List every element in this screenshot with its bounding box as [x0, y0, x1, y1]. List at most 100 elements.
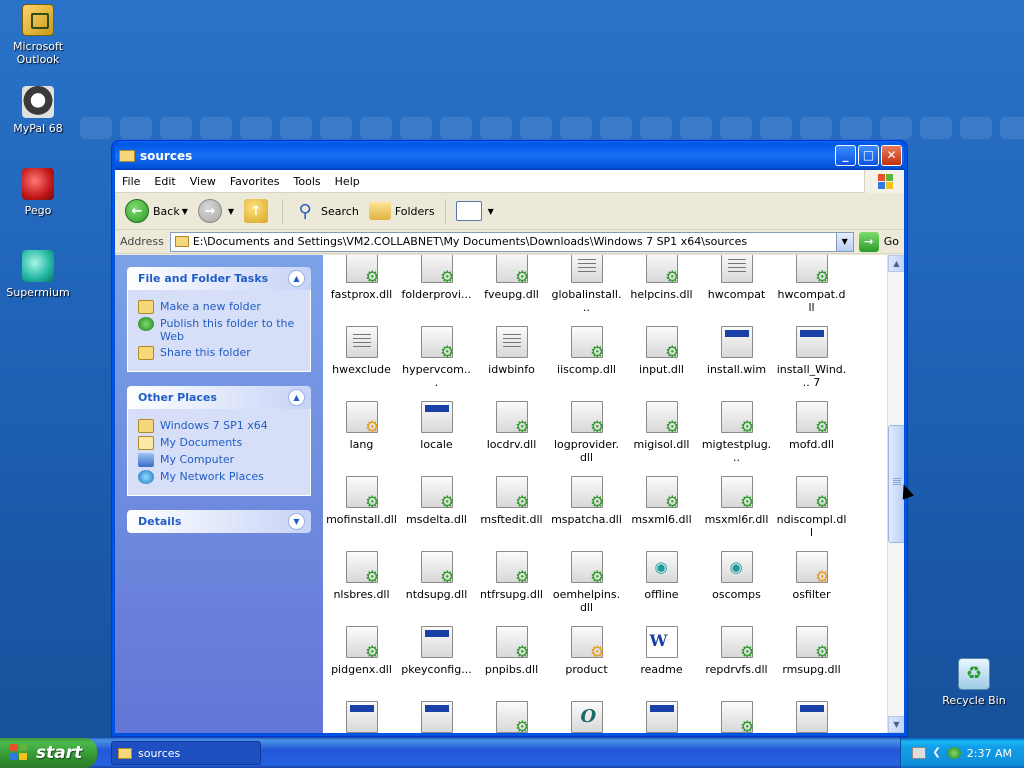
- file-item[interactable]: pkeyconfig...: [399, 622, 474, 697]
- file-item[interactable]: helpcins.dll: [624, 255, 699, 322]
- taskbar-item-sources[interactable]: sources: [111, 741, 261, 765]
- network-places-icon: [138, 470, 154, 484]
- file-item[interactable]: mspatcha.dll: [549, 472, 624, 547]
- chevron-left-icon[interactable]: ❮: [932, 747, 940, 759]
- desktop-icon-outlook[interactable]: Microsoft Outlook: [0, 4, 76, 66]
- other-places-header[interactable]: Other Places ▲: [127, 386, 311, 409]
- file-item[interactable]: fveupg.dll: [474, 255, 549, 322]
- file-item[interactable]: pnpibs.dll: [474, 622, 549, 697]
- file-item[interactable]: nlsbres.dll: [324, 547, 399, 622]
- file-item[interactable]: rollback: [324, 697, 399, 733]
- go-button[interactable]: → Go: [858, 231, 899, 252]
- collapse-chevron-icon[interactable]: ▲: [288, 270, 305, 287]
- taskbar: start sources ❮ 2:37 AM: [0, 738, 1024, 768]
- file-item[interactable]: install.wim: [699, 322, 774, 397]
- close-button[interactable]: ✕: [881, 145, 902, 166]
- start-button[interactable]: start: [0, 738, 97, 768]
- file-item[interactable]: segoeui: [549, 697, 624, 733]
- file-item[interactable]: ntdsupg.dll: [399, 547, 474, 622]
- file-item[interactable]: hwcompat.dll: [774, 255, 849, 322]
- file-item[interactable]: ntfrsupg.dll: [474, 547, 549, 622]
- file-item[interactable]: msxml6.dll: [624, 472, 699, 547]
- scroll-up-button[interactable]: ▲: [888, 255, 904, 272]
- folders-button[interactable]: Folders: [365, 196, 439, 226]
- file-item[interactable]: input.dll: [624, 322, 699, 397]
- file-item[interactable]: pidgenx.dll: [324, 622, 399, 697]
- scroll-down-button[interactable]: ▼: [888, 716, 904, 733]
- place-my-computer[interactable]: My Computer: [138, 453, 300, 467]
- file-item[interactable]: mofd.dll: [774, 397, 849, 472]
- chevron-down-icon[interactable]: ▼: [228, 207, 234, 216]
- title-bar[interactable]: sources _ □ ✕: [115, 141, 904, 170]
- place-my-documents[interactable]: My Documents: [138, 436, 300, 450]
- menu-tools[interactable]: Tools: [287, 175, 328, 188]
- file-item[interactable]: iiscomp.dll: [549, 322, 624, 397]
- file-item[interactable]: hwexclude: [324, 322, 399, 397]
- desktop-icon-mypal[interactable]: MyPal 68: [0, 86, 76, 135]
- file-item[interactable]: sfcn: [699, 697, 774, 733]
- file-item[interactable]: idwbinfo: [474, 322, 549, 397]
- place-windows7[interactable]: Windows 7 SP1 x64: [138, 419, 300, 433]
- up-button[interactable]: ↑: [240, 196, 276, 226]
- file-item[interactable]: sdbapiu.dll: [474, 697, 549, 733]
- keyboard-icon[interactable]: [912, 747, 927, 759]
- menu-file[interactable]: File: [115, 175, 147, 188]
- file-item[interactable]: setup: [624, 697, 699, 733]
- file-item[interactable]: msxml6r.dll: [699, 472, 774, 547]
- task-publish-web[interactable]: Publish this folder to the Web: [138, 317, 300, 343]
- address-dropdown-button[interactable]: ▼: [835, 232, 853, 251]
- chevron-down-icon[interactable]: ▼: [182, 207, 188, 216]
- file-item[interactable]: mofinstall.dll: [324, 472, 399, 547]
- menu-help[interactable]: Help: [328, 175, 367, 188]
- file-item[interactable]: hwcompat: [699, 255, 774, 322]
- task-make-new-folder[interactable]: Make a new folder: [138, 300, 300, 314]
- file-item[interactable]: readme: [624, 622, 699, 697]
- minimize-button[interactable]: _: [835, 145, 856, 166]
- menu-favorites[interactable]: Favorites: [223, 175, 287, 188]
- file-item[interactable]: msftedit.dll: [474, 472, 549, 547]
- file-item[interactable]: fastprox.dll: [324, 255, 399, 322]
- file-item[interactable]: ndiscompl.dll: [774, 472, 849, 547]
- place-network[interactable]: My Network Places: [138, 470, 300, 484]
- file-item[interactable]: install_Wind... 7 ENTERPRI...: [774, 322, 849, 397]
- task-share-folder[interactable]: Share this folder: [138, 346, 300, 360]
- file-item[interactable]: oemhelpins.dll: [549, 547, 624, 622]
- file-item[interactable]: sflcid: [774, 697, 849, 733]
- forward-button[interactable]: → ▼: [194, 196, 238, 226]
- desktop-icon-recycle-bin[interactable]: Recycle Bin: [936, 658, 1012, 707]
- file-item[interactable]: lang: [324, 397, 399, 472]
- clock[interactable]: 2:37 AM: [967, 747, 1012, 760]
- file-item[interactable]: migtestplug...: [699, 397, 774, 472]
- file-item[interactable]: product: [549, 622, 624, 697]
- desktop-icon-pego[interactable]: Pego: [0, 168, 76, 217]
- file-item[interactable]: logprovider.dll: [549, 397, 624, 472]
- file-item[interactable]: rmsupg.dll: [774, 622, 849, 697]
- file-item[interactable]: hypervcom...: [399, 322, 474, 397]
- file-item[interactable]: globalinstall...: [549, 255, 624, 322]
- file-item[interactable]: oscomps: [699, 547, 774, 622]
- views-button[interactable]: ▼: [452, 196, 498, 226]
- menu-view[interactable]: View: [183, 175, 223, 188]
- file-item[interactable]: osfilter: [774, 547, 849, 622]
- file-item[interactable]: migisol.dll: [624, 397, 699, 472]
- file-item[interactable]: repdrvfs.dll: [699, 622, 774, 697]
- new-folder-icon: [138, 300, 154, 314]
- collapse-chevron-icon[interactable]: ▲: [288, 389, 305, 406]
- maximize-button[interactable]: □: [858, 145, 879, 166]
- file-tasks-header[interactable]: File and Folder Tasks ▲: [127, 267, 311, 290]
- search-button[interactable]: ⚲ Search: [289, 196, 363, 226]
- file-name: lang: [349, 438, 374, 451]
- expand-chevron-icon[interactable]: ▼: [288, 513, 305, 530]
- network-icon[interactable]: [946, 747, 961, 759]
- back-button[interactable]: ← Back ▼: [121, 196, 192, 226]
- file-item[interactable]: folderprovi...: [399, 255, 474, 322]
- file-item[interactable]: locale: [399, 397, 474, 472]
- file-item[interactable]: offline: [624, 547, 699, 622]
- desktop-icon-supermium[interactable]: Supermium: [0, 250, 76, 299]
- file-item[interactable]: locdrv.dll: [474, 397, 549, 472]
- file-item[interactable]: msdelta.dll: [399, 472, 474, 547]
- menu-edit[interactable]: Edit: [147, 175, 182, 188]
- details-header[interactable]: Details ▼: [127, 510, 311, 533]
- address-input[interactable]: E:\Documents and Settings\VM2.COLLABNET\…: [169, 231, 854, 252]
- file-item[interactable]: schema: [399, 697, 474, 733]
